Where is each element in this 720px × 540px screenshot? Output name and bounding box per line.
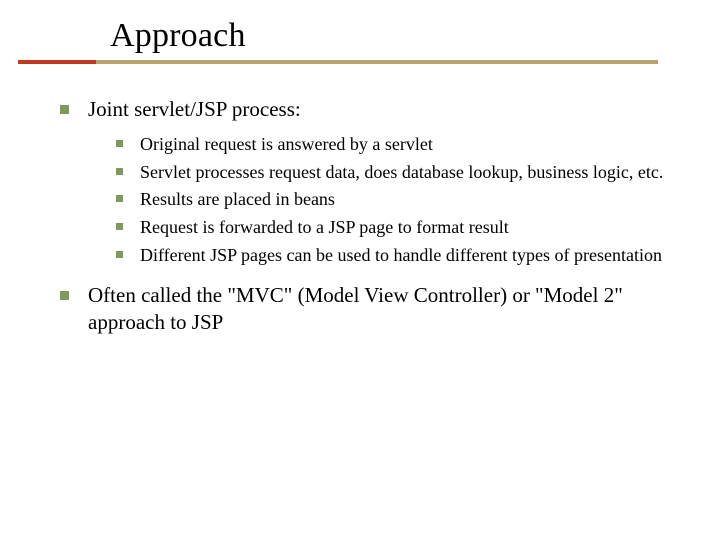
bullet-level1: Joint servlet/JSP process: — [60, 96, 680, 123]
title-underline-accent — [18, 60, 96, 64]
slide: Approach Joint servlet/JSP process: Orig… — [0, 0, 720, 540]
bullet-level2: Request is forwarded to a JSP page to fo… — [116, 216, 680, 240]
square-bullet-icon — [116, 223, 123, 230]
slide-title: Approach — [110, 16, 246, 56]
bullet-text: Different JSP pages can be used to handl… — [140, 245, 662, 265]
bullet-text: Results are placed in beans — [140, 189, 335, 209]
sub-bullet-group: Original request is answered by a servle… — [116, 133, 680, 268]
bullet-text: Request is forwarded to a JSP page to fo… — [140, 217, 509, 237]
bullet-text: Joint servlet/JSP process: — [88, 97, 301, 121]
bullet-level2: Servlet processes request data, does dat… — [116, 161, 680, 185]
square-bullet-icon — [116, 168, 123, 175]
square-bullet-icon — [116, 251, 123, 258]
square-bullet-icon — [116, 140, 123, 147]
bullet-text: Original request is answered by a servle… — [140, 134, 433, 154]
slide-body: Joint servlet/JSP process: Original requ… — [60, 96, 680, 345]
bullet-text: Servlet processes request data, does dat… — [140, 162, 663, 182]
bullet-text: Often called the "MVC" (Model View Contr… — [88, 283, 623, 334]
title-underline — [18, 60, 658, 64]
square-bullet-icon — [60, 291, 69, 300]
bullet-level2: Results are placed in beans — [116, 188, 680, 212]
bullet-level2: Original request is answered by a servle… — [116, 133, 680, 157]
bullet-level1: Often called the "MVC" (Model View Contr… — [60, 282, 680, 336]
bullet-level2: Different JSP pages can be used to handl… — [116, 244, 680, 268]
title-bar: Approach — [18, 16, 658, 64]
square-bullet-icon — [116, 195, 123, 202]
square-bullet-icon — [60, 105, 69, 114]
